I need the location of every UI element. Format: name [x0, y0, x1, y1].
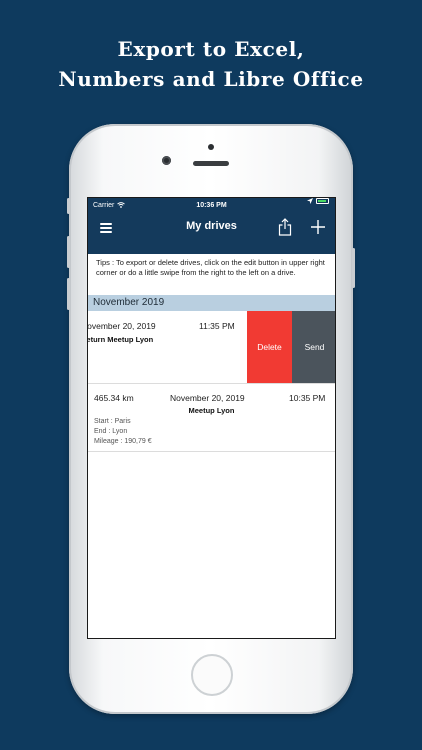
location-icon — [307, 198, 313, 204]
page-title: My drives — [186, 220, 237, 232]
delete-button[interactable]: Delete — [247, 311, 292, 383]
app-screen: Carrier 10:36 PM My drives Tips: To exp… — [87, 197, 336, 639]
headline-line-1: Export to Excel, — [117, 37, 305, 61]
proximity-sensor — [208, 144, 214, 150]
drive-row[interactable]: 465.34 km November 20, 2019 10:35 PM Mee… — [88, 384, 335, 452]
volume-down-button — [67, 278, 70, 310]
drive-mileage: Mileage : 190,79 € — [94, 438, 152, 445]
drive-distance: 465.34 km — [94, 393, 134, 403]
share-icon[interactable] — [277, 218, 293, 236]
send-button[interactable]: Send — [292, 311, 335, 383]
navigation-bar: Carrier 10:36 PM My drives — [88, 198, 335, 254]
drive-date: November 20, 2019 — [88, 321, 156, 331]
drive-time: 10:35 PM — [289, 393, 326, 403]
headline: Export to Excel, Numbers and Libre Offic… — [0, 34, 422, 94]
plus-icon[interactable] — [310, 219, 326, 235]
headline-line-2: Numbers and Libre Office — [58, 67, 364, 91]
drive-end: End : Lyon — [94, 428, 128, 435]
drive-start: Start : Paris — [94, 418, 131, 425]
drive-row-swiped[interactable]: November 20, 2019 11:35 PM Return Meetup… — [88, 311, 335, 384]
section-header: November 2019 — [88, 295, 335, 311]
battery-icon — [316, 198, 329, 204]
earpiece-speaker — [193, 161, 229, 166]
status-bar: Carrier 10:36 PM — [88, 198, 335, 214]
tips-text: Tips : To export or delete drives, click… — [96, 258, 325, 277]
status-time: 10:36 PM — [196, 202, 227, 209]
drive-row-content: November 20, 2019 11:35 PM Return Meetup… — [88, 311, 251, 383]
power-button — [352, 248, 355, 288]
drive-name: Meetup Lyon — [188, 406, 235, 415]
mute-switch — [67, 198, 70, 214]
home-button[interactable] — [191, 654, 233, 696]
front-camera — [162, 156, 171, 165]
volume-up-button — [67, 236, 70, 268]
drive-date: November 20, 2019 — [170, 393, 245, 403]
nav-row: My drives — [88, 214, 335, 254]
drive-time: 11:35 PM — [199, 321, 235, 331]
status-right — [307, 198, 329, 204]
drive-name: Return Meetup Lyon — [88, 335, 154, 344]
